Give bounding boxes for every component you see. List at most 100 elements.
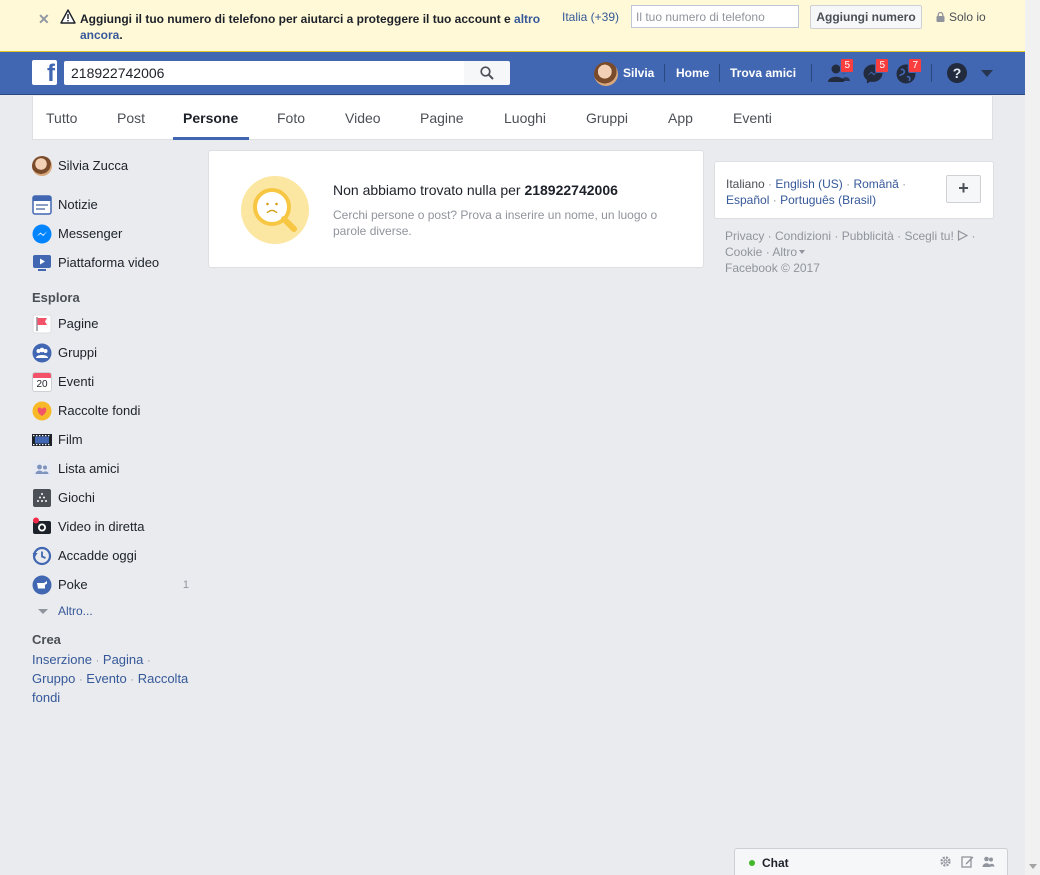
search-icon: [480, 66, 494, 80]
search-button[interactable]: [464, 61, 510, 85]
warning-icon: [60, 9, 76, 24]
games-icon: [33, 489, 51, 507]
poke-icon: [32, 575, 52, 595]
search-filter-tabs: Tutto Post Persone Foto Video Pagine Luo…: [32, 96, 993, 140]
friend-requests-button[interactable]: 5: [827, 58, 854, 85]
tab-tutto[interactable]: Tutto: [46, 110, 77, 126]
friend-requests-badge: 5: [840, 58, 854, 73]
messages-button[interactable]: 5: [862, 58, 889, 85]
video-platform-icon: [33, 255, 51, 271]
facebook-logo-icon[interactable]: f: [32, 60, 57, 87]
top-navigation-bar: f Silvia Home Trova amici 5 5: [0, 52, 1025, 95]
language-selector-card: Italiano · English (US) · Română · Españ…: [714, 161, 994, 219]
nav-divider: [931, 64, 932, 82]
language-link[interactable]: English (US): [775, 177, 842, 191]
poke-count: 1: [182, 579, 189, 591]
notifications-button[interactable]: 7: [895, 58, 922, 85]
sad-magnifier-icon: [241, 176, 309, 244]
sidebar-item-accadde-oggi[interactable]: Accadde oggi: [32, 546, 197, 566]
create-ad-link[interactable]: Inserzione: [32, 652, 92, 667]
sidebar-item-video-in-diretta[interactable]: Video in diretta: [32, 517, 197, 537]
phone-number-banner: ✕ Aggiungi il tuo numero di telefono per…: [0, 0, 1025, 52]
chevron-down-icon: [38, 609, 48, 614]
help-icon[interactable]: ?: [947, 63, 967, 83]
create-section-title: Crea: [32, 632, 61, 647]
language-link[interactable]: Español: [726, 193, 769, 207]
vertical-scrollbar[interactable]: [1025, 0, 1040, 875]
avatar: [594, 62, 618, 86]
sidebar-item-piattaforma-video[interactable]: Piattaforma video: [32, 253, 197, 273]
pages-flag-icon: [32, 314, 52, 334]
messages-badge: 5: [875, 58, 889, 73]
tab-gruppi[interactable]: Gruppi: [586, 110, 628, 126]
add-number-button[interactable]: Aggiungi numero: [810, 5, 922, 29]
groups-icon: [32, 343, 52, 363]
tab-eventi[interactable]: Eventi: [733, 110, 772, 126]
notifications-badge: 7: [908, 58, 922, 73]
no-results-card: Non abbiamo trovato nulla per 2189227420…: [208, 150, 704, 268]
scroll-down-arrow-icon[interactable]: [1029, 864, 1037, 869]
close-icon[interactable]: ✕: [38, 11, 50, 28]
chat-label: Chat: [762, 856, 789, 870]
create-group-link[interactable]: Gruppo: [32, 671, 75, 686]
sidebar-item-giochi[interactable]: Giochi: [32, 488, 197, 508]
sidebar-item-notizie[interactable]: Notizie: [32, 195, 197, 215]
tab-luoghi[interactable]: Luoghi: [504, 110, 546, 126]
phone-number-input[interactable]: [631, 5, 799, 28]
avatar: [32, 156, 52, 176]
more-languages-button[interactable]: +: [946, 175, 981, 203]
no-results-subtitle: Cerchi persone o post? Prova a inserire …: [333, 208, 658, 238]
tab-foto[interactable]: Foto: [277, 110, 305, 126]
home-link[interactable]: Home: [676, 66, 709, 80]
footer-link-cookies[interactable]: Cookie: [725, 245, 762, 259]
footer-link-privacy[interactable]: Privacy: [725, 229, 764, 243]
account-menu-chevron-down-icon[interactable]: [981, 70, 993, 77]
country-code-selector[interactable]: Italia (+39): [562, 10, 619, 24]
audience-selector[interactable]: Solo io: [936, 10, 986, 24]
online-status-dot: [749, 860, 755, 866]
chat-bar[interactable]: Chat: [734, 848, 1008, 875]
new-group-icon[interactable]: [982, 855, 995, 868]
create-page-link[interactable]: Pagina: [103, 652, 143, 667]
search-input[interactable]: [64, 61, 464, 85]
footer-link-terms[interactable]: Condizioni: [775, 229, 831, 243]
tab-post[interactable]: Post: [117, 110, 145, 126]
sidebar-item-profile[interactable]: Silvia Zucca: [32, 156, 197, 176]
active-tab-indicator: [173, 137, 249, 140]
sidebar-item-raccolte-fondi[interactable]: Raccolte fondi: [32, 401, 197, 421]
tab-video[interactable]: Video: [345, 110, 381, 126]
sidebar-item-eventi[interactable]: 20 Eventi: [32, 372, 197, 392]
on-this-day-icon: [32, 546, 52, 566]
footer-link-more[interactable]: Altro: [772, 245, 806, 259]
sidebar-item-lista-amici[interactable]: Lista amici: [32, 459, 197, 479]
find-friends-link[interactable]: Trova amici: [730, 66, 796, 80]
live-video-icon: [33, 517, 51, 534]
language-list: Italiano · English (US) · Română · Españ…: [726, 177, 907, 207]
tab-persone[interactable]: Persone: [183, 110, 238, 126]
create-event-link[interactable]: Evento: [86, 671, 126, 686]
sidebar-item-gruppi[interactable]: Gruppi: [32, 343, 197, 363]
footer-link-ad-choices[interactable]: Scegli tu!: [904, 229, 969, 243]
sidebar-more-link[interactable]: Altro...: [32, 602, 197, 622]
ad-choices-icon: [958, 230, 969, 241]
tab-pagine[interactable]: Pagine: [420, 110, 464, 126]
sidebar-item-messenger[interactable]: Messenger: [32, 224, 197, 244]
sidebar-item-pagine[interactable]: Pagine: [32, 314, 197, 334]
gear-icon[interactable]: [939, 855, 952, 868]
fundraiser-heart-icon: [32, 401, 52, 421]
footer-link-advertising[interactable]: Pubblicità: [842, 229, 894, 243]
nav-divider: [719, 64, 720, 82]
banner-message: Aggiungi il tuo numero di telefono per a…: [80, 12, 541, 42]
explore-section-title: Esplora: [32, 290, 80, 305]
tab-app[interactable]: App: [668, 110, 693, 126]
nav-divider: [811, 64, 812, 82]
current-language: Italiano: [726, 177, 765, 191]
language-link[interactable]: Português (Brasil): [780, 193, 876, 207]
footer-links: Privacy · Condizioni · Pubblicità · Sceg…: [725, 229, 976, 275]
sidebar-item-film[interactable]: Film: [32, 430, 197, 450]
compose-icon[interactable]: [961, 855, 974, 868]
calendar-icon: 20: [32, 372, 52, 392]
language-link[interactable]: Română: [853, 177, 898, 191]
sidebar-item-poke[interactable]: Poke 1: [32, 575, 197, 595]
nav-divider: [664, 64, 665, 82]
